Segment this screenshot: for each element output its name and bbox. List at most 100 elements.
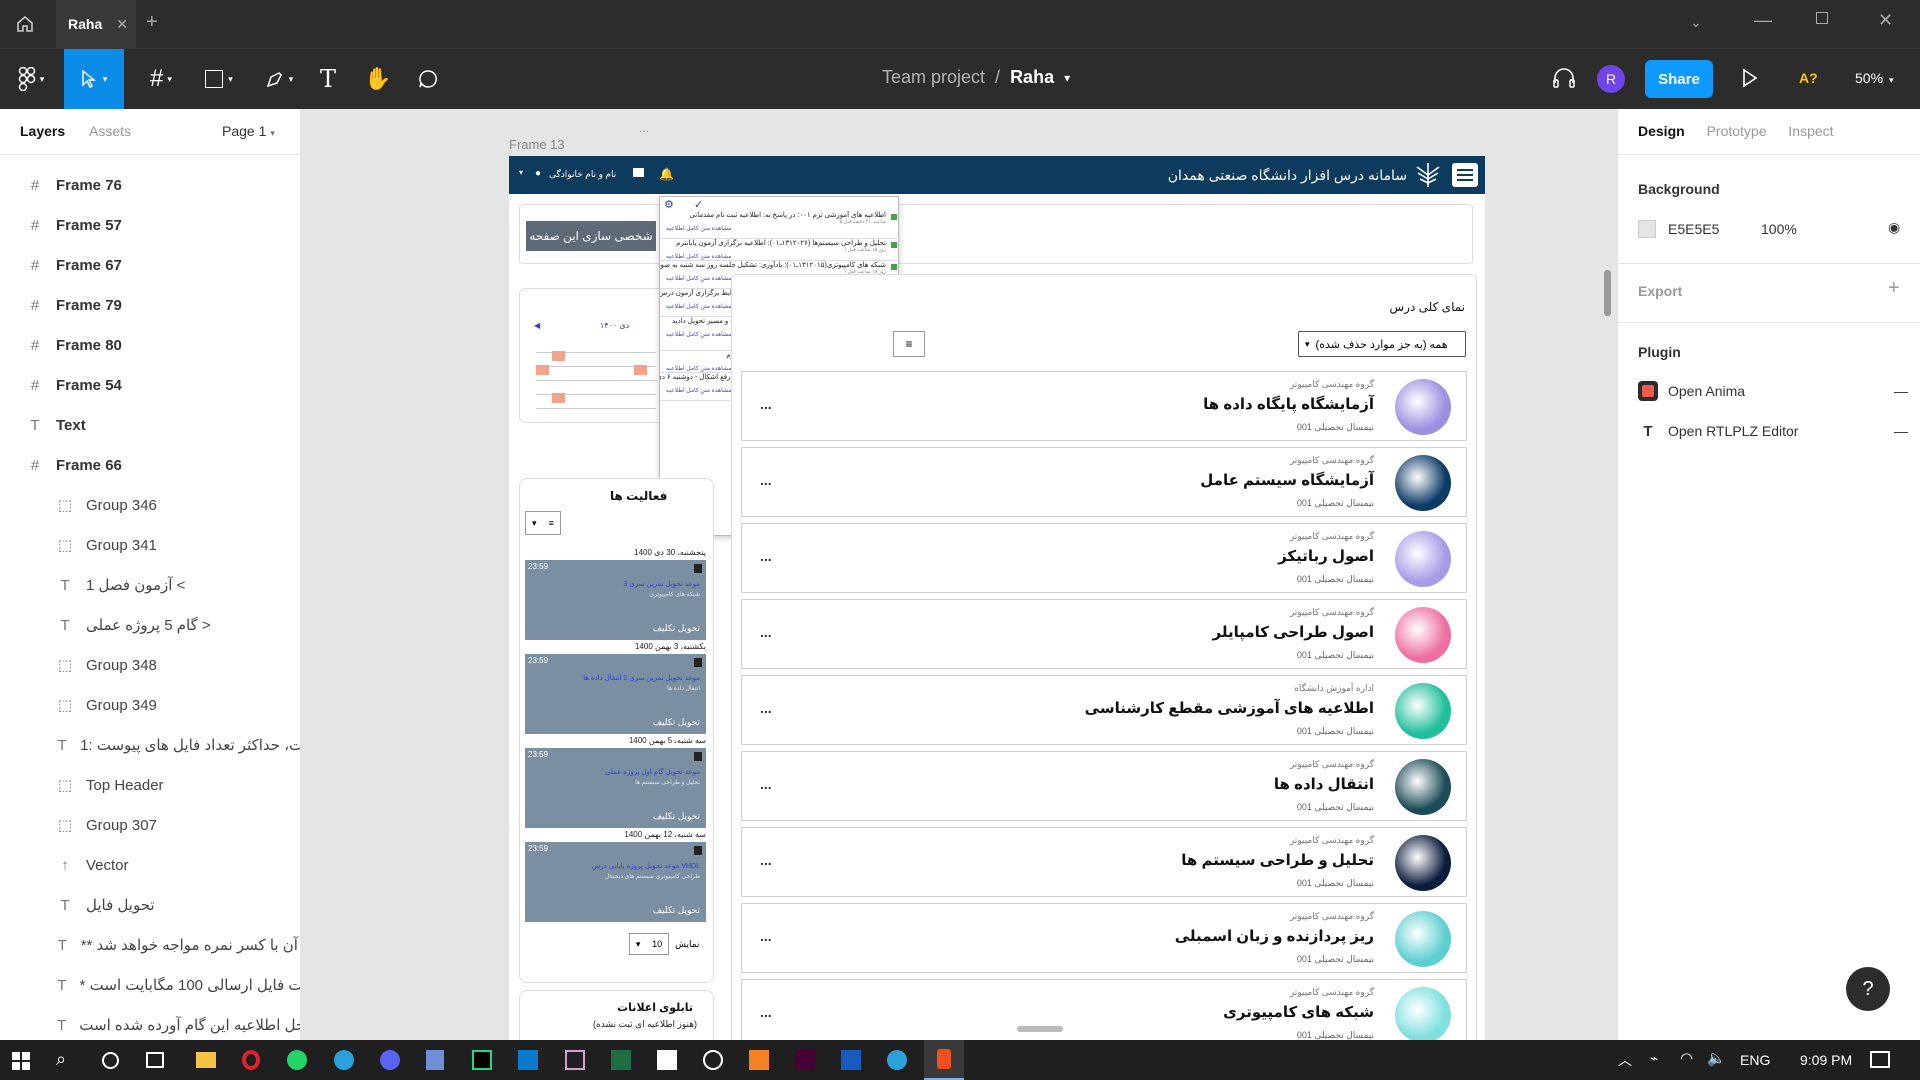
chat-icon[interactable] <box>633 168 644 177</box>
bell-icon[interactable]: 🔔 <box>659 167 674 181</box>
headphones-icon[interactable] <box>1552 67 1576 94</box>
zoom-control[interactable]: 50% ▾ <box>1855 70 1894 86</box>
layer-row[interactable]: # Frame 76 <box>0 165 300 205</box>
figma-taskbar-icon[interactable] <box>924 1040 964 1080</box>
layer-row[interactable]: ↑ Vector <box>0 845 300 885</box>
scroll-handle[interactable] <box>1017 1026 1063 1032</box>
telegram-icon[interactable] <box>334 1050 354 1070</box>
layer-row[interactable]: T * محدودیت فایل ارسالی 100 مگابایت است..… <box>0 965 300 1005</box>
layer-row[interactable]: T ** عایت آن با کسر نمره مواجه خواهد شد..… <box>0 925 300 965</box>
course-name[interactable]: ریز پردازنده و زبان اسمبلی <box>1175 927 1374 945</box>
file-tab[interactable]: Raha ✕ <box>56 0 136 48</box>
course-card[interactable]: گروه مهندسی کامپیوتر اصول طراحی کامپایلر ن… <box>741 599 1467 669</box>
layer-row[interactable]: ⬚ Group 307 <box>0 805 300 845</box>
volume-icon[interactable]: 🔈 <box>1707 1049 1726 1067</box>
course-name[interactable]: اطلاعیه های آموزشی مقطع کارشناسی <box>1085 699 1374 717</box>
excel-icon[interactable] <box>611 1050 631 1070</box>
course-more-icon[interactable]: ... <box>760 472 772 488</box>
breadcrumb-file[interactable]: Raha <box>1010 67 1054 88</box>
design-frame[interactable]: سامانه درس افزار دانشگاه صنعتی همدان 🔔 ن… <box>509 156 1485 1040</box>
layer-row[interactable]: T تحویل فایل <box>0 885 300 925</box>
activity-title[interactable]: موعد تحویل پروژه پایانی درس VHDL <box>592 862 700 870</box>
course-more-icon[interactable]: ... <box>760 624 772 640</box>
tab-design[interactable]: Design <box>1638 123 1685 139</box>
main-menu-button[interactable]: ▾ <box>10 49 52 109</box>
remove-plugin-icon[interactable]: — <box>1894 423 1908 439</box>
submit-assignment-button[interactable]: تحویل تکلیف <box>653 811 700 822</box>
layer-row[interactable]: T 1 آزمون فصل < <box>0 565 300 605</box>
tab-inspect[interactable]: Inspect <box>1788 123 1833 139</box>
chevron-down-icon[interactable]: ⌄ <box>1690 14 1702 31</box>
chevron-down-icon[interactable]: ▾ <box>1064 71 1070 85</box>
notification-link[interactable]: مشاهده متن کامل اطلاعیه <box>660 253 886 260</box>
frame-label[interactable]: Frame 13 <box>509 137 565 152</box>
virtualbox-icon[interactable] <box>426 1050 444 1070</box>
course-card[interactable]: گروه مهندسی کامپیوتر آزمایشگاه سیستم عامل… <box>741 447 1467 517</box>
add-export-icon[interactable]: + <box>1888 277 1900 300</box>
restore-icon[interactable] <box>1816 12 1828 24</box>
course-more-icon[interactable]: ... <box>760 852 772 868</box>
notepad-icon[interactable] <box>565 1050 585 1070</box>
canvas-scrollbar[interactable] <box>1604 270 1611 316</box>
whatsapp-icon[interactable] <box>287 1050 307 1070</box>
layer-row[interactable]: T Text <box>0 405 300 445</box>
activity-card[interactable]: 23:59 موعد تحویل گام اول پروژه عملی تحلیل … <box>525 748 706 828</box>
submit-assignment-button[interactable]: تحویل تکلیف <box>653 717 700 728</box>
chevron-up-icon[interactable]: ︿ <box>1618 1050 1632 1070</box>
layer-row[interactable]: # Frame 80 <box>0 325 300 365</box>
notification-item[interactable]: اطلاعیه های آموزشی ترم ۰۰۱: در پاسخ به: … <box>660 211 900 239</box>
layer-row[interactable]: # Frame 79 <box>0 285 300 325</box>
background-swatch[interactable] <box>1638 220 1656 238</box>
layer-row[interactable]: T 1: مگابایت، حداکثر تعداد فایل های پیوست… <box>0 725 300 765</box>
course-name[interactable]: آزمایشگاه پایگاه داده ها <box>1203 395 1374 413</box>
calendar-event-cell[interactable] <box>536 365 549 375</box>
course-card[interactable]: اداره آموزش دانشگاه اطلاعیه های آموزشی مق… <box>741 675 1467 745</box>
word-icon[interactable] <box>841 1050 861 1070</box>
discord-icon[interactable] <box>380 1050 400 1070</box>
wifi-icon[interactable]: ◠ <box>1680 1049 1693 1067</box>
eye-icon[interactable]: ◉ <box>1888 219 1900 236</box>
activity-card[interactable]: 23:59 موعد تحویل پروژه پایانی درس VHDL طرا… <box>525 842 706 922</box>
accessibility-label[interactable]: A? <box>1799 70 1818 86</box>
notification-item[interactable]: تحلیل و طراحی سیستم‌ها (۱۳۱۲۰۲۶ـ۰۱): اطل… <box>660 239 900 261</box>
layer-row[interactable]: ⬚ Group 349 <box>0 685 300 725</box>
calendar-event-cell[interactable] <box>634 365 647 375</box>
activity-title[interactable]: موعد تحویل گام اول پروژه عملی <box>605 768 700 776</box>
course-card[interactable]: گروه مهندسی کامپیوتر تحلیل و طراحی سیستم … <box>741 827 1467 897</box>
course-card[interactable]: گروه مهندسی کامپیوتر آزمایشگاه پایگاه داد… <box>741 371 1467 441</box>
activities-sort-button[interactable]: ▾ ≡ <box>525 511 561 535</box>
search-icon[interactable]: ⌕ <box>56 1049 66 1070</box>
tab-layers[interactable]: Layers <box>20 123 65 139</box>
layer-row[interactable]: ⬚ Top Header <box>0 765 300 805</box>
activity-title[interactable]: موعد تحویل تمرین سری 3 <box>623 580 700 588</box>
file-explorer-icon[interactable] <box>196 1052 216 1068</box>
vscode-icon[interactable] <box>518 1050 538 1070</box>
tab-assets[interactable]: Assets <box>89 123 131 139</box>
language-indicator[interactable]: ENG <box>1740 1052 1770 1068</box>
course-more-icon[interactable]: ... <box>760 1004 772 1020</box>
course-name[interactable]: آزمایشگاه سیستم عامل <box>1200 471 1374 489</box>
photos-icon[interactable] <box>657 1050 677 1070</box>
pen-tool-button[interactable]: ▾ <box>256 49 302 109</box>
layer-row[interactable]: T گام 5 پروژه عملی > <box>0 605 300 645</box>
plugin-item[interactable]: Open Anima — <box>1638 379 1908 403</box>
remove-plugin-icon[interactable]: — <box>1894 383 1908 399</box>
app-icon[interactable] <box>703 1050 723 1070</box>
windows-start-icon[interactable] <box>12 1052 30 1070</box>
cortana-icon[interactable] <box>102 1052 119 1069</box>
layer-row[interactable]: # Frame 54 <box>0 365 300 405</box>
pycharm-icon[interactable] <box>472 1050 492 1070</box>
activity-card[interactable]: 23:59 موعد تحویل تمرین سری 3 شبکه های کامپ… <box>525 560 706 640</box>
page-selector[interactable]: Page 1 ▾ <box>222 123 275 139</box>
avatar[interactable]: R <box>1597 65 1625 93</box>
opera-icon[interactable] <box>242 1050 260 1070</box>
add-tab-button[interactable]: + <box>146 11 158 34</box>
course-more-icon[interactable]: ... <box>760 928 772 944</box>
layer-row[interactable]: T ویدیو داخل اطلاعیه این گام آورده شده اس… <box>0 1005 300 1045</box>
course-name[interactable]: شبکه های کامپیوتری <box>1223 1003 1374 1021</box>
course-name[interactable]: انتقال داده ها <box>1274 775 1374 793</box>
calendar-today-cell[interactable] <box>552 351 565 361</box>
layer-row[interactable]: ⬚ Group 341 <box>0 525 300 565</box>
minimize-icon[interactable]: — <box>1754 10 1772 31</box>
layer-row[interactable]: ⬚ Group 346 <box>0 485 300 525</box>
